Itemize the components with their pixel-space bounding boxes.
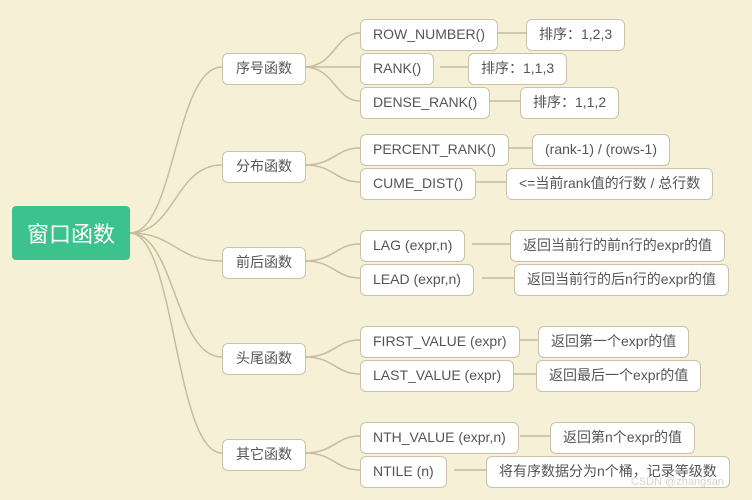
root-window-functions: 窗口函数 bbox=[12, 206, 130, 260]
category-ends: 头尾函数 bbox=[222, 343, 306, 375]
fn-row-number: ROW_NUMBER() bbox=[360, 19, 498, 51]
desc-first-value: 返回第一个expr的值 bbox=[538, 326, 689, 358]
fn-percent-rank: PERCENT_RANK() bbox=[360, 134, 509, 166]
desc-lead: 返回当前行的后n行的expr的值 bbox=[514, 264, 729, 296]
desc-cume-dist: <=当前rank值的行数 / 总行数 bbox=[506, 168, 713, 200]
fn-ntile: NTILE (n) bbox=[360, 456, 447, 488]
category-other: 其它函数 bbox=[222, 439, 306, 471]
category-sequence: 序号函数 bbox=[222, 53, 306, 85]
watermark: CSDN @zhangsan bbox=[631, 476, 724, 488]
fn-rank: RANK() bbox=[360, 53, 434, 85]
fn-nth-value: NTH_VALUE (expr,n) bbox=[360, 422, 519, 454]
fn-first-value: FIRST_VALUE (expr) bbox=[360, 326, 520, 358]
desc-lag: 返回当前行的前n行的expr的值 bbox=[510, 230, 725, 262]
fn-cume-dist: CUME_DIST() bbox=[360, 168, 476, 200]
desc-last-value: 返回最后一个expr的值 bbox=[536, 360, 701, 392]
desc-dense-rank: 排序：1,1,2 bbox=[520, 87, 619, 119]
desc-row-number: 排序：1,2,3 bbox=[526, 19, 625, 51]
fn-lag: LAG (expr,n) bbox=[360, 230, 465, 262]
fn-last-value: LAST_VALUE (expr) bbox=[360, 360, 514, 392]
fn-dense-rank: DENSE_RANK() bbox=[360, 87, 490, 119]
category-around: 前后函数 bbox=[222, 247, 306, 279]
desc-nth-value: 返回第n个expr的值 bbox=[550, 422, 695, 454]
fn-lead: LEAD (expr,n) bbox=[360, 264, 474, 296]
desc-percent-rank: (rank-1) / (rows-1) bbox=[532, 134, 670, 166]
desc-rank: 排序：1,1,3 bbox=[468, 53, 567, 85]
category-distribution: 分布函数 bbox=[222, 151, 306, 183]
